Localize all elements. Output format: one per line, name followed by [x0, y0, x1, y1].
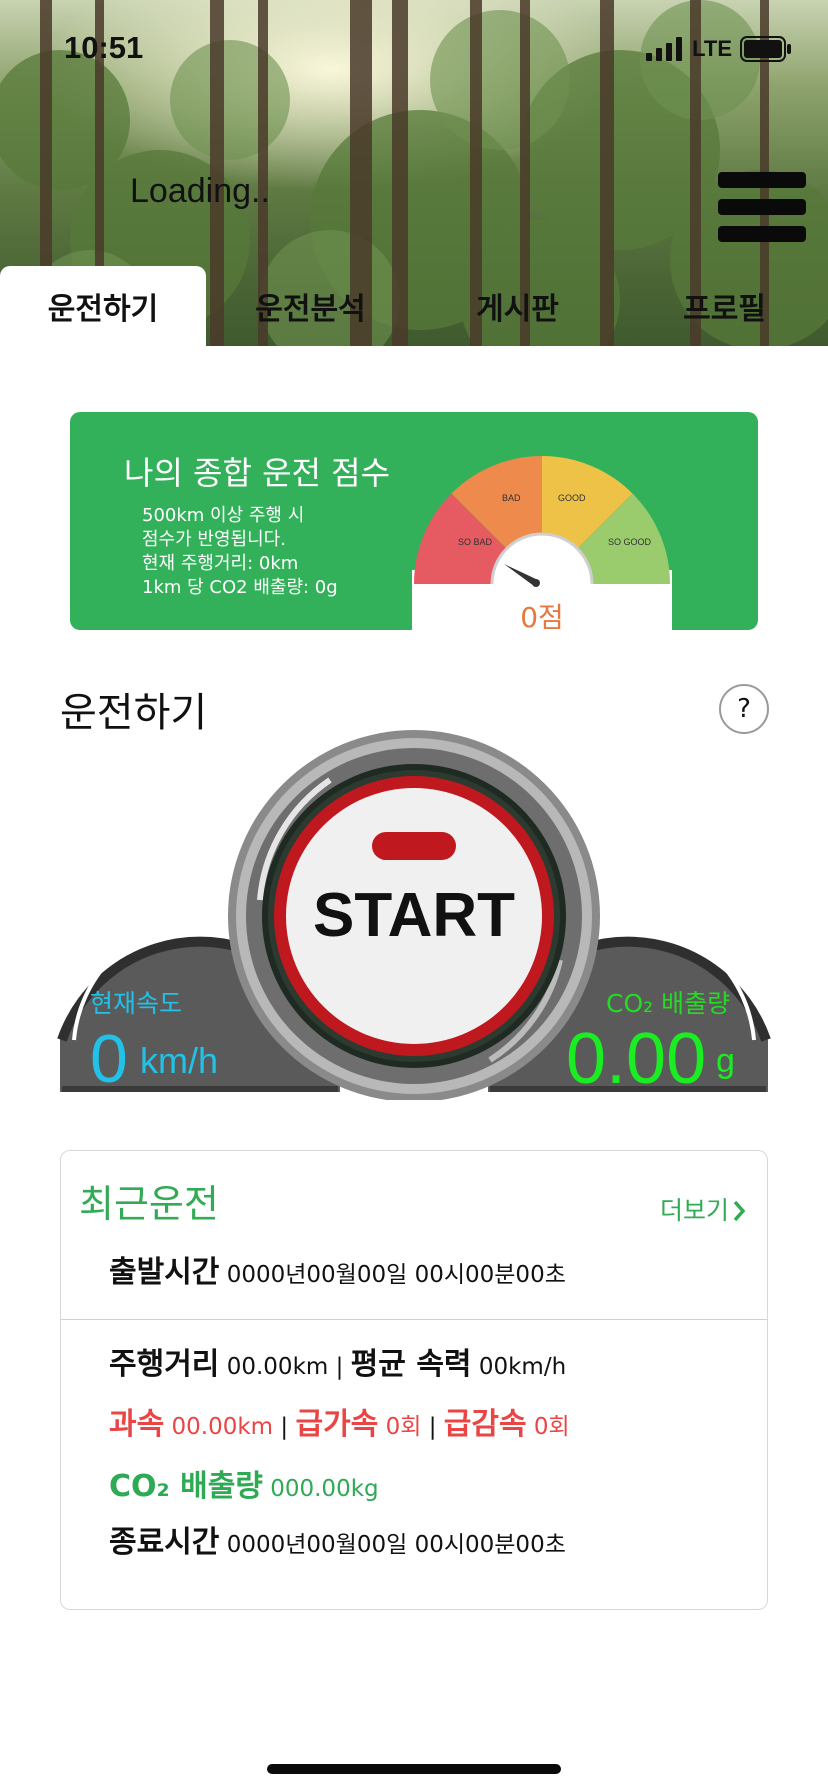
tab-profile[interactable]: 프로필: [621, 266, 828, 346]
distance-row: 주행거리 00.00km | 평균 속력 00km/h: [109, 1339, 566, 1383]
recent-drive-title: 최근운전: [79, 1182, 219, 1226]
separator: |: [428, 1414, 437, 1440]
recent-co2-value: 000.00kg: [270, 1476, 379, 1502]
start-time-row: 출발시간 0000년00월00일 00시00분00초: [109, 1247, 566, 1291]
avg-speed-value: 00km/h: [478, 1354, 567, 1380]
speeding-value: 00.00km: [171, 1414, 274, 1440]
gauge-label-bad: BAD: [502, 493, 521, 503]
speeding-label: 과속: [109, 1407, 165, 1442]
hamburger-menu-icon[interactable]: [718, 172, 806, 242]
status-indicators: LTE: [646, 36, 792, 62]
signal-icon: [646, 37, 683, 61]
more-link[interactable]: 더보기: [659, 1191, 746, 1227]
score-card-description: 500km 이상 주행 시 점수가 반영됩니다. 현재 주행거리: 0km 1k…: [142, 504, 338, 600]
start-time-label: 출발시간: [109, 1255, 220, 1290]
rapid-accel-label: 급가속: [295, 1407, 379, 1442]
card-divider: [61, 1319, 767, 1320]
end-time-value: 0000년00월00일 00시00분00초: [226, 1532, 566, 1558]
distance-label: 주행거리: [109, 1347, 220, 1382]
status-time: 10:51: [64, 30, 144, 65]
recent-co2-label: CO₂ 배출량: [109, 1469, 263, 1504]
avg-speed-label: 평균 속력: [350, 1347, 472, 1382]
end-time-row: 종료시간 0000년00월00일 00시00분00초: [109, 1517, 566, 1561]
gauge-label-good: GOOD: [558, 493, 586, 503]
events-row: 과속 00.00km | 급가속 0회 | 급감속 0회: [109, 1399, 570, 1443]
gauge-label-so-good: SO GOOD: [608, 537, 652, 547]
current-speed-label: 현재속도: [90, 989, 183, 1018]
separator: |: [335, 1354, 344, 1380]
loading-text: Loading..: [130, 172, 270, 210]
score-desc-line: 500km 이상 주행 시: [142, 505, 305, 526]
current-speed-value: 0: [90, 1021, 128, 1097]
rapid-accel-value: 0회: [385, 1414, 422, 1440]
forest-header: 10:51 LTE Loading.. 운전하기 운전분석 게시판 프로필: [0, 0, 828, 346]
score-desc-line: 점수가 반영됩니다.: [142, 529, 286, 550]
battery-icon: [740, 36, 791, 62]
chevron-right-icon: [733, 1200, 746, 1222]
end-time-label: 종료시간: [109, 1525, 220, 1560]
start-time-value: 0000년00월00일 00시00분00초: [226, 1262, 566, 1288]
tab-bar: 운전하기 운전분석 게시판 프로필: [0, 266, 828, 346]
tab-board[interactable]: 게시판: [414, 266, 621, 346]
rapid-decel-value: 0회: [533, 1414, 570, 1440]
score-desc-line: 1km 당 CO2 배출량: 0g: [142, 577, 338, 598]
co2-emission-label: CO₂ 배출량: [606, 989, 731, 1018]
co2-emission-value: 0.00: [566, 1019, 707, 1099]
current-speed-unit: km/h: [140, 1040, 219, 1081]
score-desc-line: 현재 주행거리: 0km: [142, 553, 299, 574]
co2-emission-unit: g: [716, 1042, 735, 1080]
home-indicator[interactable]: [267, 1764, 561, 1774]
more-link-label: 더보기: [659, 1196, 729, 1225]
gauge-label-so-bad: SO BAD: [458, 537, 493, 547]
score-value: 0점: [520, 601, 564, 630]
tab-drive-analysis[interactable]: 운전분석: [207, 266, 414, 346]
co2-row: CO₂ 배출량 000.00kg: [109, 1461, 379, 1505]
rapid-decel-label: 급감속: [443, 1407, 527, 1442]
recent-drive-card: 최근운전 더보기 출발시간 0000년00월00일 00시00분00초 주행거리…: [60, 1150, 768, 1610]
network-label: LTE: [692, 36, 732, 61]
score-card-title: 나의 종합 운전 점수: [124, 454, 391, 492]
start-button[interactable]: START: [264, 880, 564, 951]
overall-score-card: 나의 종합 운전 점수 500km 이상 주행 시 점수가 반영됩니다. 현재 …: [70, 412, 758, 630]
distance-value: 00.00km: [226, 1354, 329, 1380]
tab-drive[interactable]: 운전하기: [0, 266, 206, 346]
separator: |: [280, 1414, 289, 1440]
